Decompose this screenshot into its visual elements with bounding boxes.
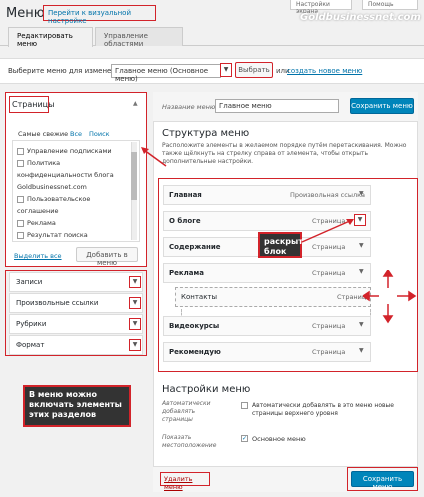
list-item-cont: Goldbusinessnet.com — [17, 183, 87, 191]
expand-callout: раскрыть блок — [258, 232, 308, 258]
list-item-cont: соглашение — [17, 207, 59, 215]
location-label: Показать местоположение — [162, 434, 217, 449]
auto-add-label: Автоматически добавлять страницы — [162, 400, 211, 423]
list-item[interactable]: Управление подписками — [17, 145, 135, 157]
pages-list[interactable]: Управление подписками Политика конфиденц… — [12, 140, 140, 242]
menu-structure-title: Структура меню — [162, 128, 250, 139]
chevron-down-icon[interactable]: ▼ — [129, 297, 141, 309]
list-item[interactable]: Политика — [17, 157, 135, 169]
chevron-down-icon[interactable]: ▼ — [220, 63, 232, 77]
chevron-down-icon[interactable]: ▼ — [359, 347, 364, 354]
dot-text: . — [347, 67, 350, 75]
checkbox[interactable] — [17, 231, 24, 239]
add-to-menu-button[interactable]: Добавить в меню — [76, 247, 138, 267]
checkbox[interactable] — [17, 195, 24, 203]
checkbox[interactable] — [17, 159, 24, 167]
menu-name-label: Название меню — [162, 103, 216, 111]
list-item[interactable]: Пользовательское — [17, 193, 135, 205]
checkbox[interactable] — [17, 147, 24, 155]
sections-callout: В меню можно включать элементы этих разд… — [23, 385, 131, 427]
chevron-down-icon[interactable]: ▼ — [359, 242, 364, 249]
chevron-down-icon[interactable]: ▼ — [129, 318, 141, 330]
chevron-down-icon[interactable]: ▼ — [359, 190, 364, 197]
menu-structure-hint: Расположите элементы в желаемом порядке … — [162, 142, 407, 165]
select-all-link[interactable]: Выделить все — [14, 252, 62, 260]
menu-item-type: Страница — [312, 322, 346, 330]
list-item-cont: конфиденциальности блога — [17, 171, 114, 179]
tab-search[interactable]: Поиск — [89, 130, 110, 138]
checkbox[interactable] — [17, 219, 24, 227]
auto-add-checkbox[interactable] — [241, 402, 248, 409]
tab-manage-locations[interactable]: Управление областями — [95, 27, 183, 48]
scrollbar-thumb[interactable] — [131, 152, 137, 200]
section-categories[interactable]: Рубрики — [9, 314, 143, 334]
page-title: Меню — [6, 6, 45, 21]
section-posts[interactable]: Записи — [9, 272, 143, 292]
list-item[interactable]: Результат поиска — [17, 229, 135, 241]
save-menu-button-bottom[interactable]: Сохранить меню — [351, 471, 414, 491]
menu-item-type: Страница — [312, 348, 346, 356]
tab-edit-menu[interactable]: Редактировать меню — [8, 27, 93, 48]
save-menu-button[interactable]: Сохранить меню — [350, 98, 414, 114]
menu-select-label: Выберите меню для изменения: — [8, 67, 128, 75]
location-value: Основное меню — [252, 435, 306, 443]
chevron-down-icon[interactable]: ▼ — [129, 339, 141, 351]
screen-options-button[interactable]: Настройки экрана — [290, 0, 352, 15]
watermark: Goldbusinessnet.com — [300, 12, 421, 23]
menu-name-input[interactable]: Главное меню — [215, 99, 339, 113]
list-item[interactable]: Реклама — [17, 217, 135, 229]
menu-select[interactable]: Главное меню (Основное меню) — [111, 64, 221, 83]
tab-all[interactable]: Все — [70, 130, 82, 138]
arrow-icon — [141, 147, 167, 167]
section-custom-links[interactable]: Произвольные ссылки — [9, 293, 143, 313]
visual-customizer-link[interactable]: Перейти к визуальной настройке — [43, 5, 156, 25]
menu-item-type: Произвольная ссылка — [290, 191, 366, 199]
section-format[interactable]: Формат — [9, 335, 143, 355]
chevron-down-icon[interactable]: ▼ — [129, 276, 141, 288]
arrow-icon — [301, 219, 354, 243]
menu-item-type: Страница — [312, 269, 346, 277]
collapse-icon[interactable]: ▲ — [133, 100, 138, 107]
location-checkbox[interactable]: ✓ — [241, 435, 248, 442]
help-button[interactable]: Помощь — [362, 0, 418, 10]
delete-menu-link[interactable]: Удалить меню — [160, 472, 210, 491]
create-menu-link[interactable]: создать новое меню — [287, 67, 362, 75]
tab-recent[interactable]: Самые свежие — [18, 130, 68, 138]
select-menu-button[interactable]: Выбрать — [235, 62, 273, 78]
pages-title-highlight — [9, 96, 49, 113]
auto-add-text: Автоматически добавлять в это меню новые… — [252, 402, 394, 417]
menu-settings-title: Настройки меню — [162, 384, 251, 395]
move-arrows-icon — [363, 270, 417, 324]
